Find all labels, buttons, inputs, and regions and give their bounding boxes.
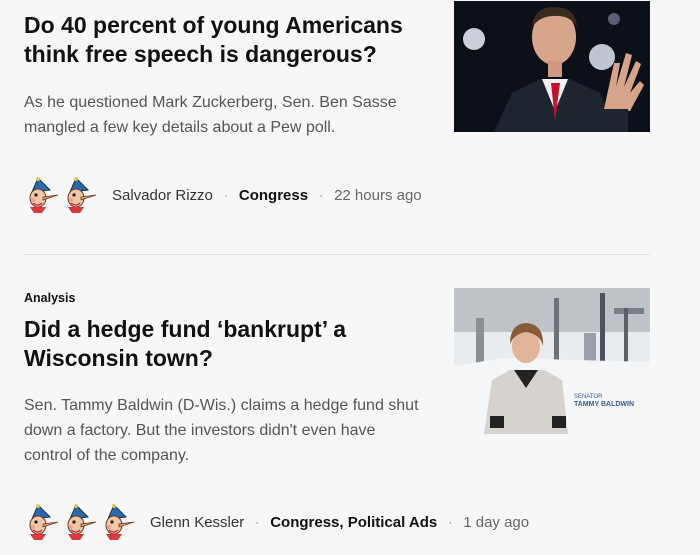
- pinocchio-icon: [67, 504, 97, 540]
- caption-line1: SENATOR: [574, 394, 603, 400]
- pinocchio-icon: [67, 177, 97, 213]
- pinocchio-rating: [24, 176, 98, 214]
- caption-line2: TAMMY BALDWIN: [574, 401, 634, 408]
- timestamp: 22 hours ago: [334, 186, 422, 204]
- pinocchio-icon: [105, 504, 135, 540]
- sasse-photo: [454, 1, 650, 132]
- article-thumbnail[interactable]: [454, 1, 650, 132]
- separator: ·: [448, 515, 453, 529]
- separator: ·: [223, 188, 228, 202]
- section-link[interactable]: Congress, Political Ads: [270, 514, 437, 531]
- section-link[interactable]: Congress: [239, 187, 308, 204]
- article-blurb: As he questioned Mark Zuckerberg, Sen. B…: [24, 94, 397, 136]
- author-link[interactable]: Salvador Rizzo: [112, 187, 213, 204]
- article-thumbnail[interactable]: SENATOR TAMMY BALDWIN: [454, 288, 650, 434]
- article-headline[interactable]: Did a hedge fund ‘bankrupt’ a Wisconsin …: [24, 315, 434, 373]
- article-kicker: Analysis: [24, 291, 76, 305]
- timestamp: 1 day ago: [463, 513, 530, 531]
- separator: ·: [319, 188, 324, 202]
- pinocchio-icon: [29, 177, 59, 213]
- article-divider: [24, 254, 650, 255]
- author-link[interactable]: Glenn Kessler: [150, 514, 244, 531]
- pinocchio-icon: [29, 504, 59, 540]
- baldwin-photo: SENATOR TAMMY BALDWIN: [454, 288, 650, 434]
- article-byline: Glenn Kessler · Congress, Political Ads …: [24, 503, 529, 541]
- article-headline[interactable]: Do 40 percent of young Americans think f…: [24, 11, 434, 69]
- article-byline: Salvador Rizzo · Congress · 22 hours ago: [24, 176, 422, 214]
- separator: ·: [255, 515, 260, 529]
- article-blurb: Sen. Tammy Baldwin (D-Wis.) claims a hed…: [24, 397, 419, 464]
- pinocchio-rating: [24, 503, 136, 541]
